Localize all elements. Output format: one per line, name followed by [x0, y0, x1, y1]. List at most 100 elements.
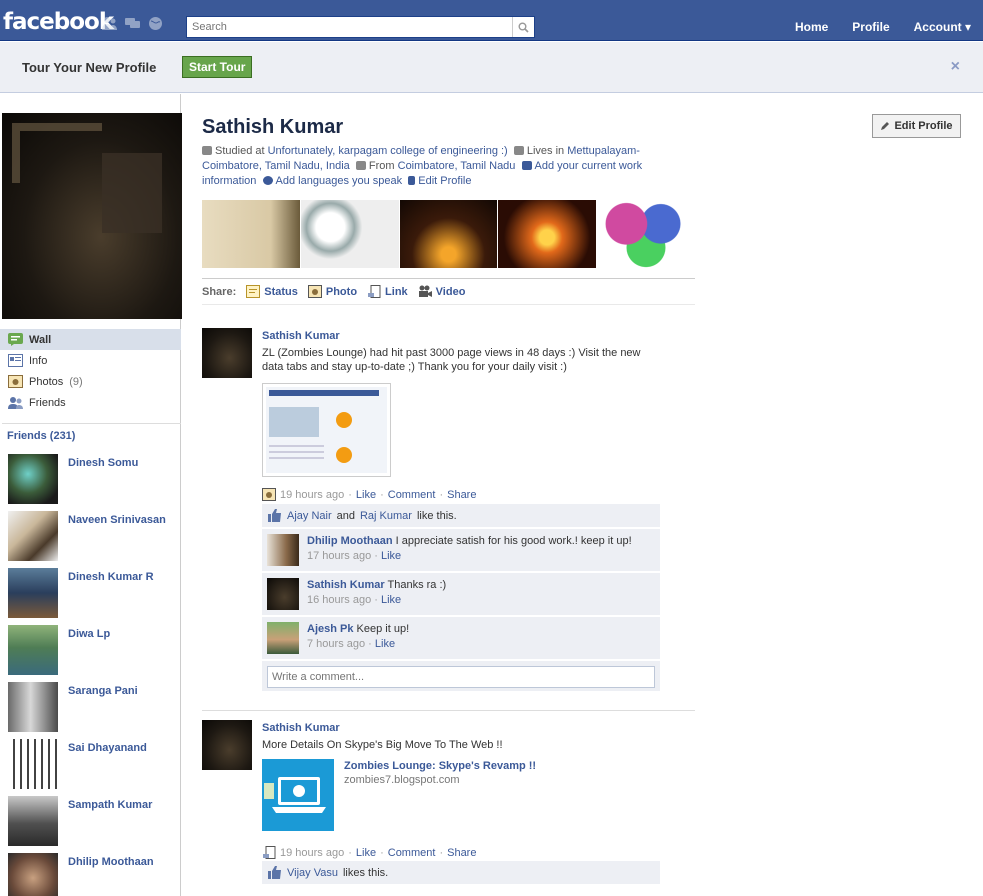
- share-photo-button[interactable]: Photo: [307, 285, 357, 298]
- liker-link[interactable]: Ajay Nair: [287, 510, 332, 522]
- friend-name[interactable]: Sai Dhayanand: [68, 742, 168, 755]
- profile-name: Sathish Kumar: [202, 116, 344, 138]
- comment-input[interactable]: [267, 666, 655, 688]
- friend-photo[interactable]: [8, 739, 58, 789]
- nav-item-label: Photos: [29, 375, 64, 388]
- link-title[interactable]: Zombies Lounge: Skype's Revamp !!: [344, 760, 536, 772]
- friend-name[interactable]: Saranga Pani: [68, 685, 168, 698]
- share-link[interactable]: Share: [447, 489, 476, 501]
- share-video-label: Video: [435, 285, 466, 298]
- edit-profile-label: Edit Profile: [894, 120, 953, 132]
- liker-link[interactable]: Vijay Vasu: [287, 867, 338, 879]
- share-video-button[interactable]: Video: [418, 285, 466, 298]
- friend-photo[interactable]: [8, 796, 58, 846]
- friend-name[interactable]: Dinesh Kumar R: [68, 571, 168, 584]
- close-icon[interactable]: ×: [951, 58, 960, 76]
- friend-photo[interactable]: [8, 568, 58, 618]
- friends-header[interactable]: Friends (231): [7, 430, 75, 442]
- story-author[interactable]: Sathish Kumar: [262, 722, 340, 734]
- commenter-avatar[interactable]: [267, 622, 299, 654]
- photo-icon: [262, 488, 276, 501]
- friend-name[interactable]: Sampath Kumar: [68, 799, 168, 812]
- profile-picture-shape: [102, 153, 162, 233]
- comment-link[interactable]: Comment: [388, 489, 436, 501]
- friend-photo[interactable]: [8, 853, 58, 896]
- feedback-box: Ajay Nair and Raj Kumar like this. Dhili…: [262, 504, 660, 691]
- like-link[interactable]: Like: [356, 847, 376, 859]
- nav-item-wall[interactable]: Wall: [0, 329, 181, 350]
- story-time[interactable]: 19 hours ago: [280, 847, 344, 859]
- friend-name[interactable]: Naveen Srinivasan: [68, 514, 168, 527]
- from-link[interactable]: Coimbatore, Tamil Nadu: [398, 160, 516, 172]
- attached-photo[interactable]: [262, 383, 391, 477]
- story-meta: 19 hours ago · Like · Comment · Share: [262, 846, 476, 859]
- profile-picture[interactable]: [2, 113, 182, 319]
- likes-conjunction: and: [336, 509, 355, 522]
- link-icon: [368, 285, 381, 298]
- tour-bar: Tour Your New Profile Start Tour ×: [0, 42, 983, 93]
- studied-prefix: Studied at: [215, 145, 265, 157]
- commenter-avatar[interactable]: [267, 534, 299, 566]
- share-link[interactable]: Share: [447, 847, 476, 859]
- friend-name[interactable]: Dhilip Moothaan: [68, 856, 168, 869]
- school-link[interactable]: Unfortunately, karpagam college of engin…: [268, 145, 508, 157]
- recent-photo[interactable]: [498, 200, 597, 268]
- photo-strip: [202, 200, 695, 268]
- link-thumbnail[interactable]: [262, 759, 334, 831]
- commenter-name[interactable]: Sathish Kumar: [307, 579, 385, 591]
- start-tour-button[interactable]: Start Tour: [182, 56, 253, 78]
- notifications-globe-icon[interactable]: [147, 16, 164, 31]
- comment-time: 17 hours ago: [307, 550, 372, 562]
- thumbs-up-icon: [268, 866, 281, 879]
- story-divider: [202, 710, 695, 711]
- author-avatar[interactable]: [202, 720, 252, 770]
- edit-profile-link[interactable]: Edit Profile: [418, 175, 471, 187]
- nav-item-photos[interactable]: Photos (9): [0, 371, 181, 392]
- share-status-button[interactable]: Status: [246, 285, 298, 298]
- search-input[interactable]: [187, 17, 507, 37]
- commenter-avatar[interactable]: [267, 578, 299, 610]
- nav-account[interactable]: Account ▾: [914, 20, 971, 34]
- recent-photo[interactable]: [399, 200, 498, 268]
- comment-text: Keep it up!: [356, 623, 410, 635]
- friend-photo[interactable]: [8, 682, 58, 732]
- comment-like-link[interactable]: Like: [375, 638, 395, 650]
- author-avatar[interactable]: [202, 328, 252, 378]
- share-link-button[interactable]: Link: [367, 285, 408, 298]
- facebook-logo[interactable]: facebook: [3, 9, 114, 35]
- comment-like-link[interactable]: Like: [381, 550, 401, 562]
- comment-text-row: Dhilip Moothaan I appreciate satish for …: [307, 535, 632, 547]
- nav-item-label: Wall: [29, 333, 52, 346]
- education-icon: [202, 146, 212, 155]
- story-time[interactable]: 19 hours ago: [280, 489, 344, 501]
- messages-icon[interactable]: [124, 16, 141, 31]
- photos-icon: [8, 375, 23, 388]
- recent-photo[interactable]: [300, 200, 399, 268]
- comment-link[interactable]: Comment: [388, 847, 436, 859]
- nav-item-info[interactable]: Info: [0, 350, 181, 371]
- wall-story: Sathish Kumar ZL (Zombies Lounge) had hi…: [202, 328, 695, 708]
- friend-name[interactable]: Diwa Lp: [68, 628, 168, 641]
- like-link[interactable]: Like: [356, 489, 376, 501]
- recent-photo[interactable]: [202, 200, 300, 268]
- friend-requests-icon[interactable]: [101, 16, 118, 31]
- friend-photo[interactable]: [8, 625, 58, 675]
- commenter-name[interactable]: Dhilip Moothaan: [307, 535, 393, 547]
- nav-profile[interactable]: Profile: [852, 20, 889, 34]
- nav-item-friends[interactable]: Friends: [0, 392, 181, 413]
- home-icon: [513, 146, 524, 155]
- search-button[interactable]: [512, 17, 534, 37]
- liker-link[interactable]: Raj Kumar: [360, 510, 412, 522]
- story-author[interactable]: Sathish Kumar: [262, 330, 340, 342]
- friend-name[interactable]: Dinesh Somu: [68, 457, 168, 470]
- friend-photo[interactable]: [8, 454, 58, 504]
- friend-photo[interactable]: [8, 511, 58, 561]
- comment-like-link[interactable]: Like: [381, 594, 401, 606]
- recent-photo[interactable]: [597, 200, 695, 268]
- commenter-name[interactable]: Ajesh Pk: [307, 623, 353, 635]
- edit-profile-button[interactable]: Edit Profile: [872, 114, 961, 138]
- comment-time: 16 hours ago: [307, 594, 372, 606]
- comment-meta: 16 hours ago · Like: [307, 594, 402, 606]
- add-languages-link[interactable]: Add languages you speak: [276, 175, 403, 187]
- nav-home[interactable]: Home: [795, 20, 828, 34]
